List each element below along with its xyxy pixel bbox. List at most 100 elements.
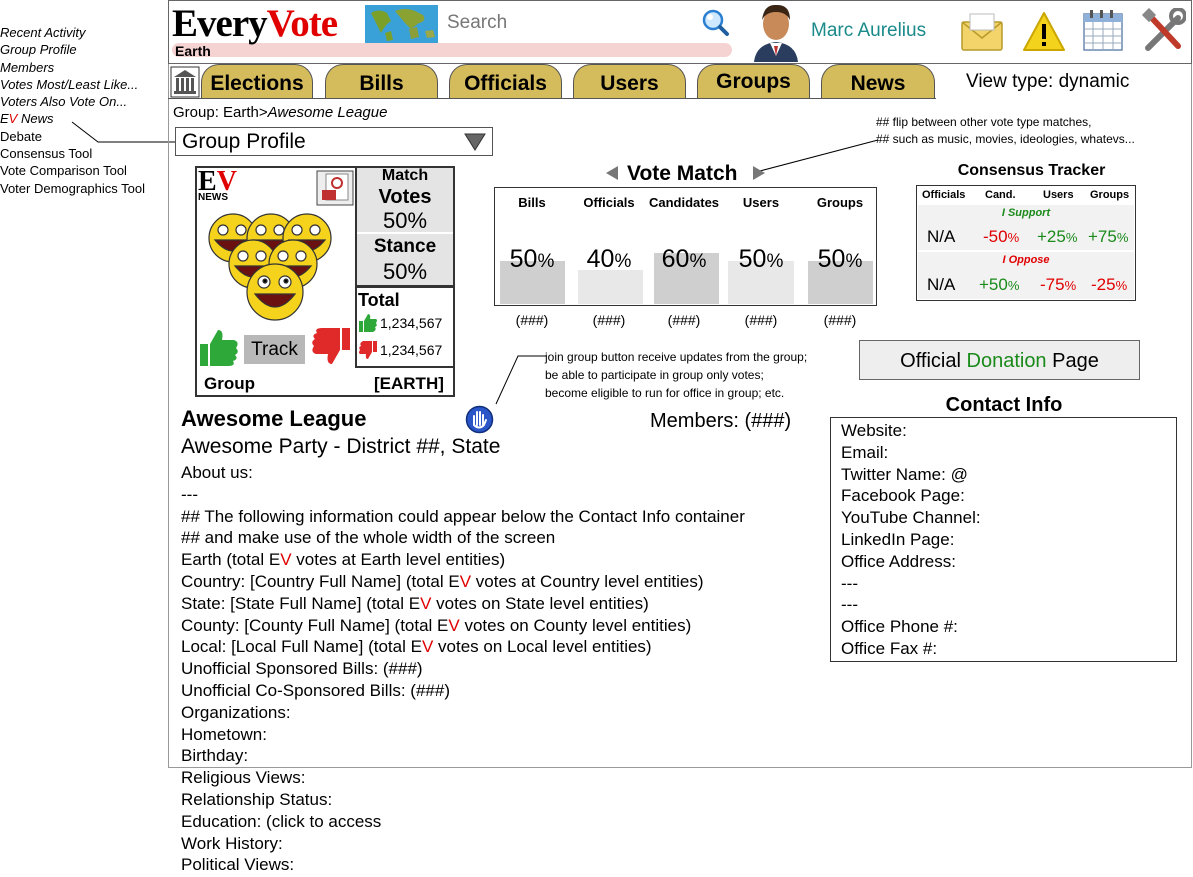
stance-match-pct: 50% — [382, 259, 428, 284]
join-group-hand-icon[interactable] — [465, 405, 494, 434]
contact-info-line: Website: — [841, 421, 907, 440]
search-input[interactable]: Search — [447, 12, 507, 34]
calendar-icon[interactable] — [1080, 8, 1126, 54]
vote-match-note: ## flip between other vote type matches,… — [876, 114, 1135, 148]
level-vote-line[interactable]: Country: [Country Full Name] (total EV v… — [181, 571, 745, 593]
detail-line: Unofficial Sponsored Bills: (###) — [181, 659, 423, 679]
oppose-cand-value: +50 — [979, 275, 1008, 294]
sidebar-item-vote-comparison-tool[interactable]: Vote Comparison Tool — [0, 162, 165, 179]
consensus-tracker-title: Consensus Tracker — [957, 162, 1106, 179]
profile-view-select[interactable]: Group Profile — [175, 127, 493, 156]
logo-every: Every — [172, 2, 268, 45]
logo[interactable]: EveryVote — [172, 1, 338, 46]
tab-users[interactable]: Users — [573, 64, 686, 99]
view-type-label: View type: dynamic — [966, 71, 1130, 92]
detail-line: Organizations: — [181, 702, 291, 722]
vote-match-col-label: Groups — [816, 195, 864, 210]
warning-icon[interactable] — [1022, 10, 1066, 54]
total-down-count: 1,234,567 — [380, 342, 443, 358]
contact-info-line: Office Address: — [841, 551, 956, 571]
tab-news[interactable]: News — [821, 64, 935, 99]
contact-info-line: --- — [841, 573, 858, 593]
group-name: Awesome League — [181, 406, 367, 431]
ev-v: V — [421, 637, 434, 657]
chevron-down-icon — [464, 133, 486, 151]
donation-page-button[interactable]: Official Donation Page — [859, 340, 1140, 380]
ev-v: V — [459, 571, 472, 591]
thumbs-down-icon[interactable] — [310, 326, 352, 368]
level-vote-line[interactable]: Local: [Local Full Name] (total EV votes… — [181, 636, 745, 658]
level-vote-line[interactable]: County: [County Full Name] (total EV vot… — [181, 615, 745, 637]
votes-match-pct: 50% — [382, 208, 428, 233]
sidebar-item-recent-activity[interactable]: Recent Activity — [0, 24, 165, 41]
pct-sign: % — [1116, 230, 1129, 245]
group-avatar-smileys — [208, 213, 332, 321]
pct-sign: % — [1007, 278, 1020, 293]
breadcrumb: Group: Earth>Awesome League — [173, 104, 387, 121]
vote-match-prev-arrow-icon[interactable] — [605, 165, 619, 181]
settings-tools-icon[interactable] — [1140, 8, 1186, 56]
level-vote-post: votes on Local level entities) — [433, 637, 652, 657]
detail-line: Birthday: — [181, 746, 249, 766]
breadcrumb-path[interactable]: Group: Earth> — [173, 104, 268, 121]
support-users-value: +25 — [1037, 227, 1066, 246]
track-button[interactable]: Track — [244, 335, 305, 364]
detail-line: Unofficial Co-Sponsored Bills: (###) — [181, 680, 450, 700]
scope-label: [EARTH] — [374, 374, 444, 393]
donation-pre: Official — [900, 350, 967, 372]
tab-elections[interactable]: Elections — [201, 64, 313, 99]
pct-sign: % — [1065, 230, 1078, 245]
user-name[interactable]: Marc Aurelius — [811, 20, 926, 42]
thumbs-up-icon[interactable] — [198, 326, 240, 368]
sidebar-item-members[interactable]: Members — [0, 59, 165, 76]
join-note: join group button receive updates from t… — [545, 348, 807, 402]
avatar[interactable] — [750, 2, 802, 62]
vote-match-value-number: 60 — [661, 245, 690, 273]
vote-match-count: (###) — [823, 312, 857, 328]
oppose-groups-value: -25 — [1091, 275, 1116, 294]
stance-label: Stance — [373, 236, 437, 257]
total-label: Total — [358, 290, 400, 310]
ev-e: E — [448, 571, 460, 591]
level-vote-line[interactable]: Earth (total EV votes at Earth level ent… — [181, 549, 745, 571]
ev-v: V — [448, 615, 460, 635]
mail-icon[interactable] — [960, 10, 1005, 55]
vote-match-value-number: 50 — [817, 245, 846, 273]
left-sidebar: Recent Activity Group Profile Members Vo… — [0, 24, 165, 197]
tab-groups[interactable]: Groups — [697, 64, 810, 99]
sidebar-item-group-profile[interactable]: Group Profile — [0, 41, 165, 58]
capitol-icon[interactable] — [170, 66, 200, 98]
support-users: +25% — [1037, 227, 1077, 247]
contact-info-line: Office Phone #: — [841, 617, 958, 637]
sidebar-item-votes-most-least[interactable]: Votes Most/Least Like... — [0, 76, 165, 93]
detail-line: Political Views: — [181, 855, 295, 875]
contact-info-line: Twitter Name: @ — [841, 464, 968, 484]
support-label: I Support — [1001, 207, 1051, 219]
consensus-header-users: Users — [1043, 189, 1074, 201]
world-map-icon[interactable] — [365, 5, 438, 43]
oppose-groups: -25% — [1091, 275, 1127, 295]
vote-match-value: 50% — [716, 245, 806, 274]
consensus-header-cand: Cand. — [985, 189, 1016, 201]
match-label: Match — [381, 167, 429, 184]
consensus-header-officials: Officials — [922, 189, 966, 201]
search-icon[interactable] — [700, 8, 730, 38]
vote-match-bar[interactable] — [578, 270, 643, 304]
tab-officials[interactable]: Officials — [449, 64, 562, 99]
vote-match-value-number: 50 — [509, 245, 538, 273]
level-vote-post: votes on County level entities) — [459, 615, 692, 635]
ev-e: E — [408, 593, 421, 613]
support-officials: N/A — [927, 227, 956, 246]
level-vote-line[interactable]: State: [State Full Name] (total EV votes… — [181, 593, 745, 615]
group-type-label: Group — [204, 374, 255, 393]
members-count[interactable]: Members: (###) — [650, 410, 791, 433]
donation-mid: Donation — [966, 350, 1047, 372]
sidebar-item-voters-also-vote[interactable]: Voters Also Vote On... — [0, 93, 165, 110]
contact-card-icon[interactable] — [316, 170, 354, 206]
tab-baseline — [168, 98, 936, 99]
tab-bills[interactable]: Bills — [325, 64, 438, 99]
detail-line: Relationship Status: — [181, 789, 333, 809]
sidebar-item-voter-demographics-tool[interactable]: Voter Demographics Tool — [0, 180, 165, 197]
vote-match-next-arrow-icon[interactable] — [752, 165, 766, 181]
contact-info-line: Email: — [841, 442, 889, 462]
